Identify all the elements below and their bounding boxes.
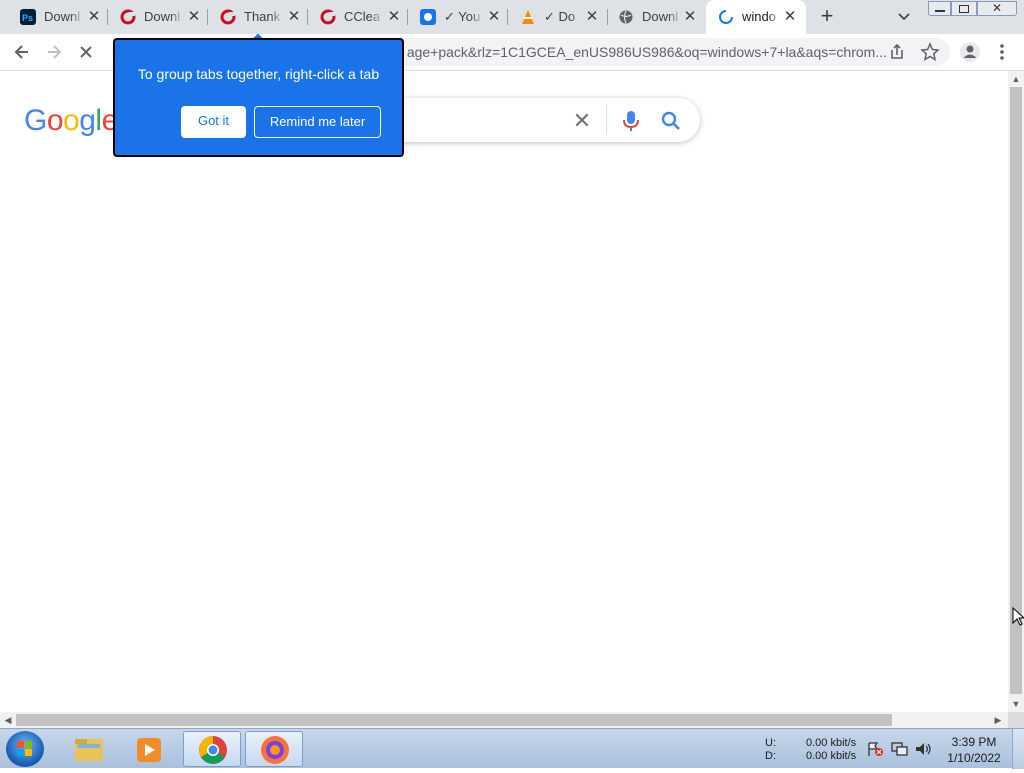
loading-icon [718, 9, 734, 25]
page-content: Google ✕ [0, 71, 1008, 712]
profile-button[interactable] [956, 38, 984, 66]
photoshop-icon: Ps [20, 9, 36, 25]
app-icon [420, 9, 436, 25]
tab-active[interactable]: windo ✕ [706, 0, 806, 34]
tab-7[interactable]: Downl ✕ [606, 0, 706, 34]
start-button[interactable] [6, 731, 44, 767]
search-icon[interactable] [659, 109, 683, 133]
close-icon[interactable]: ✕ [782, 9, 798, 25]
remind-later-button[interactable]: Remind me later [254, 106, 381, 138]
close-icon[interactable]: ✕ [286, 9, 302, 25]
tab-2[interactable]: Downl ✕ [108, 0, 208, 34]
vertical-scroll-thumb[interactable] [1010, 87, 1022, 694]
scroll-left-icon[interactable]: ◀ [0, 712, 16, 728]
download-rate: 0.00 kbit/s [806, 750, 857, 762]
tab-title: Thank [244, 9, 284, 25]
network-icon[interactable] [890, 741, 908, 757]
flag-alert-icon[interactable] [866, 741, 884, 757]
tab-title: ✓ You [444, 9, 484, 25]
menu-button[interactable] [988, 38, 1016, 66]
close-icon[interactable]: ✕ [186, 9, 202, 25]
taskbar-media-player[interactable] [120, 731, 178, 767]
star-icon[interactable] [920, 42, 940, 62]
callout-text: To group tabs together, right-click a ta… [137, 66, 380, 82]
scroll-down-icon[interactable]: ▼ [1008, 696, 1024, 712]
forward-button[interactable] [40, 38, 68, 66]
tab-title: Downl [144, 9, 184, 25]
close-icon[interactable]: ✕ [386, 9, 402, 25]
tab-group-callout: To group tabs together, right-click a ta… [115, 40, 402, 155]
svg-text:Ps: Ps [22, 13, 33, 23]
avatar-icon [960, 42, 980, 62]
media-player-icon [137, 738, 161, 762]
clock-date[interactable]: 1/10/2022 [944, 751, 1004, 766]
arrow-left-icon [14, 45, 28, 59]
back-button[interactable] [8, 38, 36, 66]
restore-button[interactable] [951, 1, 977, 16]
tab-title: windo [742, 9, 782, 25]
share-icon[interactable] [887, 43, 907, 61]
firefox-icon [261, 736, 289, 764]
taskbar: U: D: 0.00 kbit/s 0.00 kbit/s 3:39 PM 1/… [0, 728, 1024, 769]
upload-label: U: [765, 737, 776, 749]
close-icon[interactable]: ✕ [584, 9, 600, 25]
taskbar-firefox[interactable] [245, 731, 303, 767]
tab-5[interactable]: ✓ You ✕ [408, 0, 508, 34]
microphone-icon[interactable] [620, 109, 642, 133]
window-close-button[interactable]: ✕ [977, 1, 1017, 16]
tab-title: CClea [344, 9, 384, 25]
tab-title: ✓ Do [544, 9, 584, 25]
ccleaner-icon [120, 9, 136, 25]
search-divider [606, 104, 607, 134]
tab-6[interactable]: ✓ Do ✕ [508, 0, 608, 34]
folder-icon [75, 739, 103, 761]
vlc-icon [520, 9, 536, 25]
tab-title: Downl [44, 9, 84, 25]
show-desktop-button[interactable] [1012, 729, 1024, 769]
tab-search-button[interactable] [893, 7, 915, 27]
stop-button[interactable] [72, 38, 100, 66]
windows-logo-icon [17, 741, 32, 756]
close-icon[interactable]: ✕ [86, 9, 102, 25]
upload-rate: 0.00 kbit/s [806, 737, 857, 749]
volume-icon[interactable] [914, 741, 932, 757]
close-icon[interactable]: ✕ [682, 9, 698, 25]
ccleaner-icon [320, 9, 336, 25]
mouse-cursor-icon [1012, 606, 1024, 627]
scroll-up-icon[interactable]: ▲ [1008, 71, 1024, 87]
taskbar-chrome[interactable] [183, 731, 241, 767]
scroll-right-icon[interactable]: ▶ [990, 712, 1006, 728]
globe-icon [618, 9, 634, 25]
tab-3[interactable]: Thank ✕ [208, 0, 308, 34]
horizontal-scroll-thumb[interactable] [16, 714, 892, 726]
clock-time[interactable]: 3:39 PM [944, 735, 1004, 750]
horizontal-scrollbar[interactable]: ◀ ▶ [0, 712, 1008, 728]
tab-strip: Ps Downl ✕ Downl ✕ Thank ✕ CClea ✕ ✓ You… [0, 0, 1024, 34]
google-logo[interactable]: Google [24, 104, 118, 138]
minimize-button[interactable] [928, 1, 951, 16]
chrome-icon [199, 736, 227, 764]
got-it-button[interactable]: Got it [181, 106, 246, 138]
scrollbar-corner [1008, 712, 1024, 728]
ccleaner-icon [220, 9, 236, 25]
clear-icon[interactable]: ✕ [570, 109, 594, 133]
taskbar-explorer[interactable] [60, 731, 118, 767]
chevron-down-icon [898, 13, 910, 21]
close-icon[interactable]: ✕ [486, 9, 502, 25]
tab-4[interactable]: CClea ✕ [308, 0, 408, 34]
download-label: D: [765, 750, 776, 762]
arrow-right-icon [48, 45, 62, 59]
new-tab-button[interactable]: + [816, 5, 838, 28]
tab-title: Downl [642, 9, 682, 25]
tab-1[interactable]: Ps Downl ✕ [8, 0, 108, 34]
more-vertical-icon [1000, 44, 1004, 60]
stop-icon [80, 46, 92, 58]
